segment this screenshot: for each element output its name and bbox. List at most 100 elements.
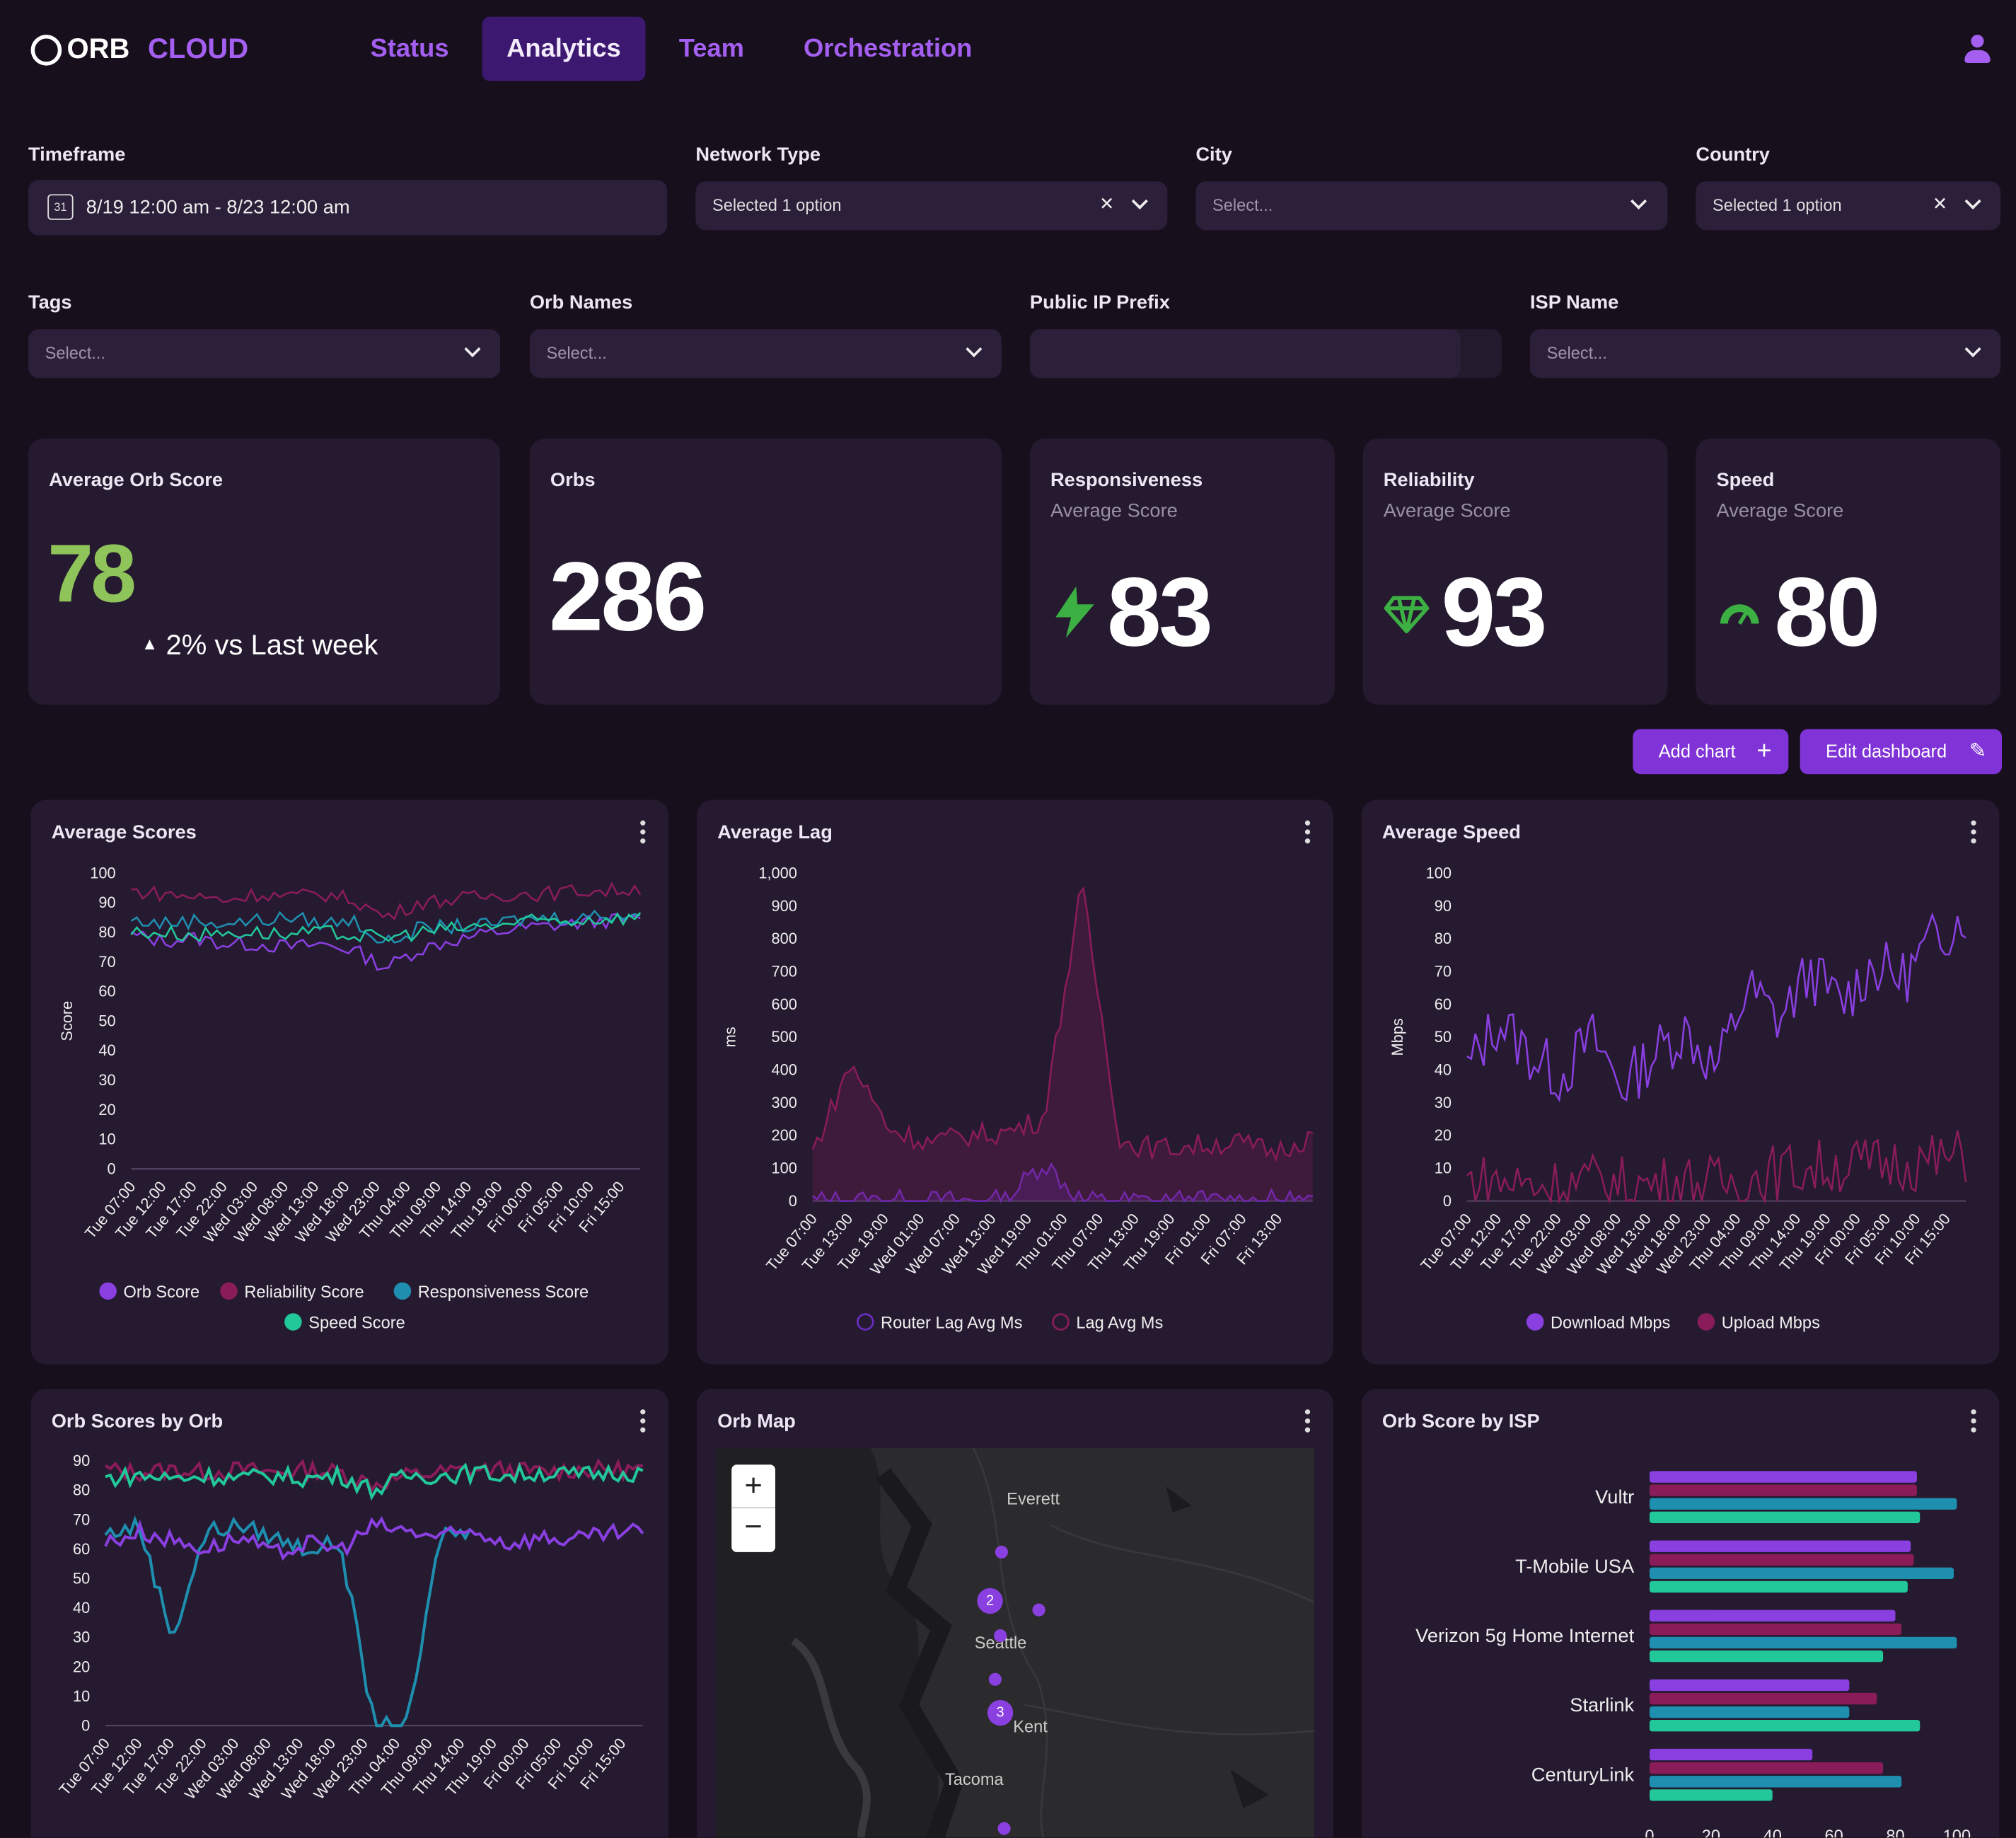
orb-names-select[interactable]: Select...	[529, 329, 1002, 378]
map-marker[interactable]	[995, 1545, 1008, 1559]
timeframe-picker[interactable]: 31 8/19 12:00 am - 8/23 12:00 am	[28, 180, 668, 236]
diamond-icon	[1384, 596, 1430, 634]
map-cluster[interactable]: 2	[977, 1588, 1003, 1614]
legend-marker	[1052, 1313, 1070, 1331]
y-tick-label: 30	[1435, 1094, 1452, 1111]
y-tick-label: 100	[772, 1160, 797, 1177]
y-tick-label: 900	[772, 897, 797, 915]
map-label-everett: Everett	[1007, 1489, 1060, 1509]
nav-analytics[interactable]: Analytics	[482, 16, 646, 81]
speedometer-icon	[1720, 604, 1759, 625]
chevron-down-icon[interactable]	[464, 340, 481, 358]
legend-label: Router Lag Avg Ms	[881, 1314, 1022, 1333]
clear-icon[interactable]: ✕	[1099, 193, 1114, 215]
nav-team[interactable]: Team	[654, 17, 768, 81]
network-type-select[interactable]: Selected 1 option ✕	[695, 181, 1168, 231]
y-tick-label: 70	[98, 953, 115, 971]
map-marker[interactable]	[997, 1822, 1011, 1835]
country-label: Country	[1696, 144, 1770, 166]
legend-label: Download Mbps	[1551, 1314, 1670, 1333]
chart-average-speed: 0102030405060708090100MbpsTue 07:00Tue 1…	[1389, 864, 1967, 1333]
bar	[1649, 1762, 1884, 1774]
y-tick-label: 600	[772, 995, 797, 1013]
bar	[1649, 1511, 1921, 1523]
kpi-value: 286	[549, 543, 707, 652]
y-tick-label: 20	[73, 1658, 90, 1675]
city-label: City	[1195, 144, 1232, 166]
tags-placeholder: Select...	[45, 343, 105, 363]
country-select[interactable]: Selected 1 option ✕	[1696, 181, 2001, 231]
kpi-value: 78	[47, 527, 137, 620]
kpi-reliability: Reliability Average Score 93	[1362, 438, 1668, 705]
legend-marker	[220, 1282, 238, 1300]
map-marker[interactable]	[1032, 1603, 1045, 1617]
y-axis-label: Score	[58, 1001, 76, 1041]
category-label: Vultr	[1595, 1486, 1634, 1508]
tags-select[interactable]: Select...	[28, 329, 501, 378]
kpi-delta: ▲ 2% vs Last week	[141, 629, 378, 662]
series-line	[1466, 912, 1966, 1102]
kpi-subtitle: Average Score	[1383, 500, 1511, 522]
kpi-responsiveness: Responsiveness Average Score 83	[1029, 438, 1335, 705]
nav-orchestration[interactable]: Orchestration	[779, 17, 996, 81]
x-tick-label: 40	[1763, 1827, 1782, 1838]
zoom-out-button[interactable]: −	[731, 1508, 775, 1552]
kpi-title: Responsiveness	[1050, 469, 1203, 492]
bar	[1649, 1471, 1917, 1483]
y-tick-label: 0	[81, 1716, 90, 1734]
y-tick-label: 10	[98, 1131, 115, 1148]
y-tick-label: 400	[772, 1061, 797, 1079]
timeframe-value: 8/19 12:00 am - 8/23 12:00 am	[86, 197, 350, 219]
kpi-value: 80	[1774, 557, 1880, 668]
map-cluster[interactable]: 3	[987, 1699, 1014, 1726]
y-tick-label: 40	[1435, 1061, 1452, 1079]
city-select[interactable]: Select...	[1195, 181, 1668, 231]
chevron-down-icon[interactable]	[1630, 192, 1647, 210]
isp-name-placeholder: Select...	[1546, 343, 1607, 363]
chevron-down-icon[interactable]	[1131, 192, 1148, 210]
series-area	[812, 888, 1313, 1201]
bar	[1649, 1554, 1914, 1566]
bar	[1649, 1580, 1908, 1593]
legend-marker	[284, 1313, 302, 1331]
add-chart-button[interactable]: Add chart +	[1633, 729, 1789, 775]
chevron-down-icon[interactable]	[1964, 192, 1981, 210]
y-tick-label: 800	[772, 930, 797, 947]
city-placeholder: Select...	[1212, 195, 1273, 215]
orb-logo-icon	[30, 35, 62, 66]
y-tick-label: 60	[98, 983, 115, 1000]
clear-icon[interactable]: ✕	[1933, 193, 1947, 215]
bar	[1649, 1692, 1877, 1705]
chevron-down-icon[interactable]	[1964, 340, 1981, 358]
chevron-down-icon[interactable]	[966, 340, 983, 358]
orb-names-label: Orb Names	[529, 291, 633, 314]
y-tick-label: 80	[1435, 930, 1452, 947]
y-tick-label: 10	[1435, 1160, 1452, 1177]
bar	[1649, 1789, 1773, 1801]
y-tick-label: 0	[1443, 1192, 1452, 1210]
map-canvas[interactable]: Everett Seattle Kent Tacoma 2 3 + −	[716, 1447, 1314, 1838]
public-ip-prefix-input[interactable]	[1029, 329, 1502, 378]
isp-name-select[interactable]: Select...	[1529, 329, 2001, 378]
kpi-subtitle: Average Score	[1050, 500, 1178, 522]
kpi-value: 93	[1441, 557, 1548, 668]
edit-dashboard-button[interactable]: Edit dashboard ✎	[1800, 729, 2003, 775]
panel-orb-score-by-isp: Orb Score by ISP Vultr T-Mobile USA Verizo…	[1361, 1389, 2000, 1838]
plus-icon: +	[1756, 736, 1772, 765]
more-menu-icon[interactable]	[1304, 1409, 1311, 1436]
map-label-tacoma: Tacoma	[944, 1769, 1004, 1789]
network-type-label: Network Type	[695, 144, 821, 166]
user-avatar-icon[interactable]	[1963, 35, 1991, 66]
map-marker[interactable]	[988, 1672, 1002, 1686]
panel-average-lag: Average Lag 0 100 200 300 400 500 600 700 800 900…	[697, 799, 1333, 1365]
bar	[1649, 1706, 1850, 1718]
orb-names-placeholder: Select...	[546, 343, 607, 363]
zoom-in-button[interactable]: +	[731, 1464, 776, 1509]
y-tick-label: 0	[107, 1160, 115, 1177]
category-label: Verizon 5g Home Internet	[1415, 1624, 1634, 1646]
nav-status[interactable]: Status	[346, 17, 473, 81]
chart-average-scores: 0102030405060708090100ScoreTue 07:00Tue …	[58, 864, 642, 1333]
series-line	[104, 1515, 472, 1728]
map-marker[interactable]	[994, 1629, 1007, 1643]
network-type-value: Selected 1 option	[712, 195, 842, 215]
